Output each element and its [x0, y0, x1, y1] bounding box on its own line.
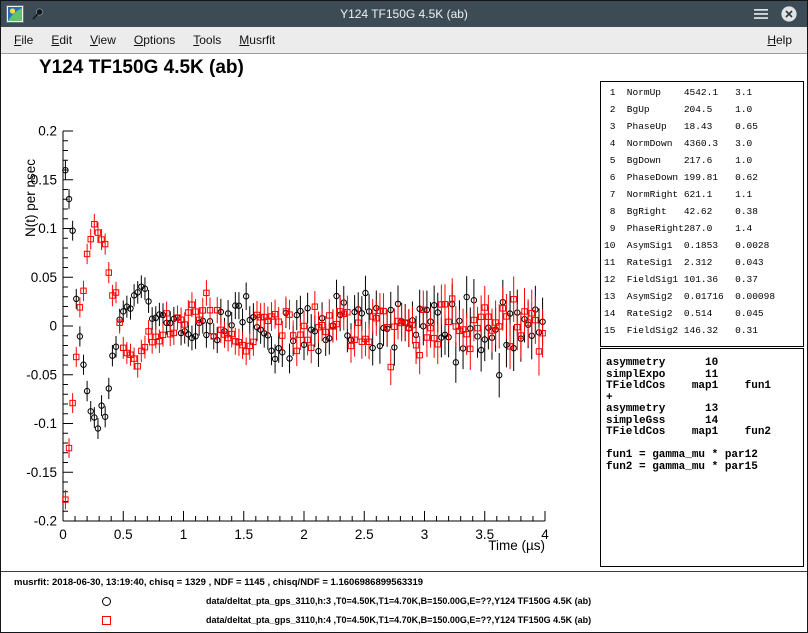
menu-edit[interactable]: Edit [42, 28, 81, 52]
plot-canvas[interactable]: 00.511.522.533.54-0.2-0.15-0.1-0.0500.05… [5, 87, 585, 557]
param-row-AsymSig2: 13 AsymSig2 0.01716 0.00098 [604, 288, 803, 305]
plot-series [63, 160, 546, 509]
theory-line: asymmetry 13 [606, 404, 803, 416]
data-series-up [63, 160, 546, 438]
menu-tools[interactable]: Tools [184, 28, 230, 52]
legend-row: data/deltat_pta_gps_3110,h:4 ,T0=4.50K,T… [1, 613, 807, 629]
legend-marker-square [102, 616, 111, 625]
theory-line: TFieldCos map1 fun1 [606, 381, 803, 393]
menubar-left: FileEditViewOptionsToolsMusrfit [5, 27, 284, 52]
x-axis-title: Time (µs) [488, 538, 545, 553]
theory-line: asymmetry 10 [606, 358, 803, 370]
svg-text:2.5: 2.5 [355, 527, 374, 542]
theory-line: fun2 = gamma_mu * par15 [606, 462, 803, 474]
menubar: FileEditViewOptionsToolsMusrfit Help [1, 27, 807, 54]
y-axis-title: N(t) per nsec [23, 159, 38, 237]
svg-text:2: 2 [300, 527, 308, 542]
theory-block: asymmetry 10simplExpo 11TFieldCos map1 f… [600, 348, 804, 567]
param-row-AsymSig1: 10 AsymSig1 0.1853 0.0028 [604, 237, 803, 254]
menu-musrfit[interactable]: Musrfit [230, 28, 284, 52]
menu-view[interactable]: View [81, 28, 125, 52]
data-series-down [63, 214, 546, 510]
param-row-RateSig1: 11 RateSig1 2.312 0.043 [604, 254, 803, 271]
svg-text:-0.05: -0.05 [26, 367, 57, 382]
param-row-BgUp: 2 BgUp 204.5 1.0 [604, 101, 803, 118]
theory-line: fun1 = gamma_mu * par12 [606, 450, 803, 462]
menubar-right: Help [758, 27, 801, 52]
svg-text:1: 1 [180, 527, 188, 542]
titlebar: Y124 TF150G 4.5K (ab) [1, 1, 807, 27]
window-title: Y124 TF150G 4.5K (ab) [1, 1, 807, 27]
legend-text: data/deltat_pta_gps_3110,h:3 ,T0=4.50K,T… [206, 596, 591, 606]
param-row-BgDown: 5 BgDown 217.6 1.0 [604, 152, 803, 169]
svg-text:3: 3 [421, 527, 429, 542]
svg-text:0: 0 [59, 527, 67, 542]
canvas-area: Y124 TF150G 4.5K (ab) 00.511.522.533.54-… [1, 54, 807, 632]
param-row-PhaseRight: 9 PhaseRight287.0 1.4 [604, 220, 803, 237]
svg-text:0: 0 [49, 319, 57, 334]
svg-text:-0.2: -0.2 [34, 514, 57, 529]
parameter-table: 1 NormUp 4542.1 3.1 2 BgUp 204.5 1.0 3 P… [600, 81, 804, 347]
window-menu-icon[interactable] [753, 7, 769, 21]
param-row-NormUp: 1 NormUp 4542.1 3.1 [604, 84, 803, 101]
plot-footer: musrfit: 2018-06-30, 13:19:40, chisq = 1… [1, 571, 807, 632]
svg-text:0.5: 0.5 [114, 527, 133, 542]
plot-title: Y124 TF150G 4.5K (ab) [39, 57, 244, 79]
svg-text:0.2: 0.2 [38, 124, 57, 139]
svg-text:-0.1: -0.1 [34, 416, 57, 431]
param-row-PhaseDown: 6 PhaseDown 199.81 0.62 [604, 169, 803, 186]
theory-line: TFieldCos map1 fun2 [606, 427, 803, 439]
legend-marker-circle [102, 597, 111, 606]
legend-row: data/deltat_pta_gps_3110,h:3 ,T0=4.50K,T… [1, 594, 807, 610]
menu-help[interactable]: Help [758, 28, 801, 52]
close-icon[interactable] [780, 5, 798, 23]
param-row-NormRight: 7 NormRight 621.1 1.1 [604, 186, 803, 203]
param-row-RateSig2: 14 RateSig2 0.514 0.045 [604, 305, 803, 322]
svg-text:-0.15: -0.15 [26, 465, 57, 480]
menu-options[interactable]: Options [125, 28, 184, 52]
svg-text:0.1: 0.1 [38, 221, 57, 236]
musrview-window: Y124 TF150G 4.5K (ab) FileEditViewOption… [0, 0, 808, 633]
param-row-PhaseUp: 3 PhaseUp 18.43 0.65 [604, 118, 803, 135]
svg-text:1.5: 1.5 [234, 527, 253, 542]
param-row-BgRight: 8 BgRight 42.62 0.38 [604, 203, 803, 220]
fit-info-line: musrfit: 2018-06-30, 13:19:40, chisq = 1… [14, 577, 423, 588]
svg-text:0.05: 0.05 [31, 270, 57, 285]
menu-file[interactable]: File [5, 28, 42, 52]
param-row-NormDown: 4 NormDown 4360.3 3.0 [604, 135, 803, 152]
param-row-FieldSig1: 12 FieldSig1 101.36 0.37 [604, 271, 803, 288]
param-row-FieldSig2: 15 FieldSig2 146.32 0.31 [604, 322, 803, 339]
legend-text: data/deltat_pta_gps_3110,h:4 ,T0=4.50K,T… [206, 615, 591, 625]
